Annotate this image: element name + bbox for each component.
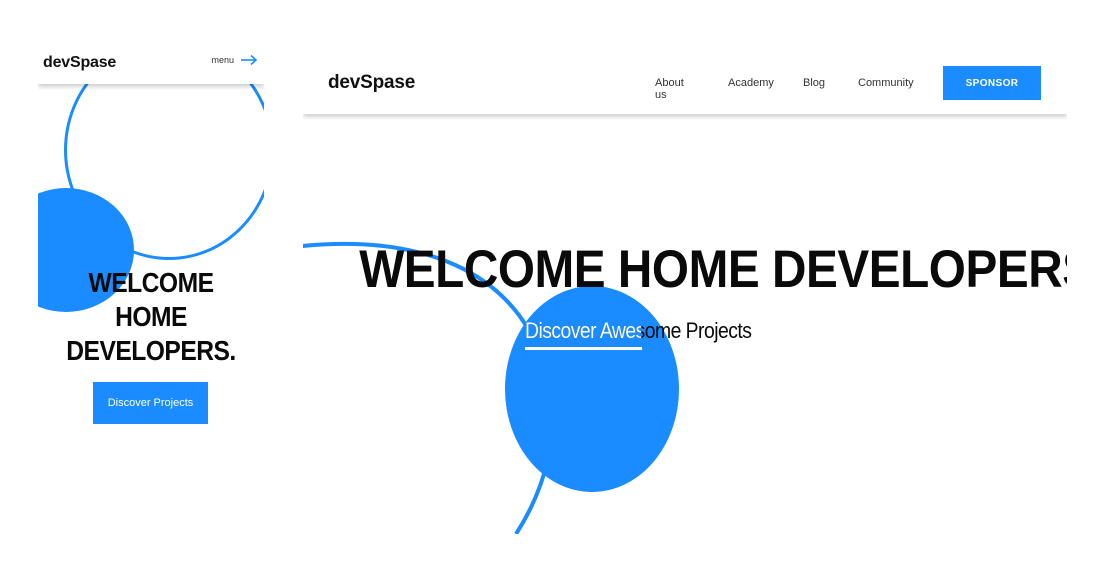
menu-label: menu (211, 55, 234, 65)
hero-title: WELCOME HOME DEVELOPERS. (52, 266, 251, 368)
desktop-header: devSpase About us Academy Blog Community… (303, 42, 1067, 114)
sponsor-button[interactable]: SPONSOR (943, 66, 1041, 100)
discover-projects-button[interactable]: Discover Projects (93, 382, 208, 424)
menu-button[interactable]: menu (211, 54, 258, 66)
hero-title: WELCOME HOME DEVELOPERS. (359, 240, 1067, 299)
logo[interactable]: devSpase (43, 54, 116, 72)
hero-title-line: DEVELOPERS. (66, 335, 236, 366)
logo[interactable]: devSpase (328, 72, 415, 94)
mobile-mockup: devSpase menu WELCOME HOME DEVELOPERS. D… (38, 42, 264, 462)
nav-community[interactable]: Community (858, 77, 914, 89)
hero-title-line: WELCOME HOME (88, 267, 215, 332)
subtitle: Discover Awesome Projects Discover Aweso… (525, 318, 752, 350)
desktop-mockup: devSpase About us Academy Blog Community… (303, 42, 1067, 534)
subtitle-link[interactable]: Discover Awesome Projects Discover Aweso… (525, 318, 782, 350)
mobile-header: devSpase menu (38, 42, 264, 84)
nav-academy[interactable]: Academy (728, 77, 774, 89)
arrow-right-icon (241, 54, 258, 66)
nav-blog[interactable]: Blog (803, 77, 825, 89)
subtitle-highlight: Discover Awesome Projects (525, 318, 641, 343)
nav-about-us[interactable]: About us (655, 77, 684, 101)
subtitle-underline (525, 347, 643, 350)
